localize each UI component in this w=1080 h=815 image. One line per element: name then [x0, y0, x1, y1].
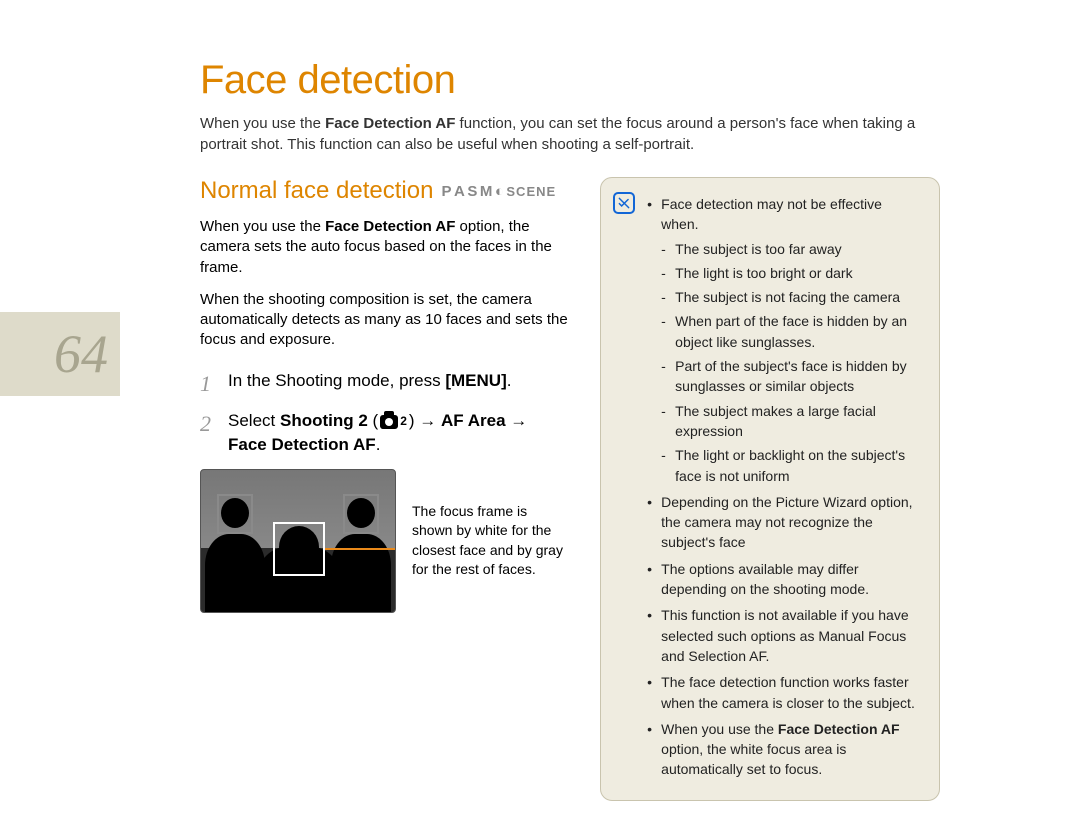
step-item: 2 Select Shooting 2 (2) → AF Area → Face…: [200, 409, 568, 457]
section-title: Normal face detection P A S M ◐ SCENE: [200, 177, 568, 205]
steps-list: 1 In the Shooting mode, press [MENU]. 2 …: [200, 369, 568, 457]
text: option, the white focus area is automati…: [661, 741, 846, 777]
bold-text: Face Detection AF: [325, 218, 455, 235]
paragraph: When you use the Face Detection AF optio…: [200, 217, 568, 278]
list-item: When part of the face is hidden by an ob…: [661, 311, 921, 352]
mode-m: M: [480, 183, 493, 200]
text: Select: [228, 411, 280, 430]
figure-row: The focus frame is shown by white for th…: [200, 469, 568, 613]
list-item: The light is too bright or dark: [661, 263, 921, 283]
list-item: Part of the subject's face is hidden by …: [661, 356, 921, 397]
info-note-box: Face detection may not be effective when…: [600, 177, 940, 801]
figure-illustration: [200, 469, 396, 613]
figure-caption: The focus frame is shown by white for th…: [412, 502, 568, 580]
text: In the Shooting mode, press: [228, 371, 445, 390]
list-item: The light or backlight on the subject's …: [661, 445, 921, 486]
note-icon: [613, 192, 635, 214]
text: When you use the: [200, 115, 325, 132]
bold-text: Face Detection AF: [778, 721, 900, 737]
bold-text: Face Detection AF: [228, 435, 376, 454]
bold-text: Face Detection AF: [325, 115, 455, 132]
step-text: Select Shooting 2 (2) → AF Area → Face D…: [228, 409, 568, 457]
page-content: Face detection When you use the Face Det…: [200, 58, 940, 801]
list-item: Depending on the Picture Wizard option, …: [647, 492, 921, 553]
columns: Normal face detection P A S M ◐ SCENE Wh…: [200, 177, 940, 801]
paragraph: When the shooting composition is set, th…: [200, 290, 568, 351]
mode-p: P: [441, 183, 452, 200]
info-bullet-list: Face detection may not be effective when…: [647, 194, 921, 780]
step-item: 1 In the Shooting mode, press [MENU].: [200, 369, 568, 400]
text: When you use the: [661, 721, 778, 737]
column-right: Face detection may not be effective when…: [600, 177, 940, 801]
arrow: →: [419, 411, 441, 430]
mode-s: S: [467, 183, 478, 200]
intro-paragraph: When you use the Face Detection AF funct…: [200, 113, 940, 155]
mode-scene: SCENE: [506, 184, 556, 199]
list-item: The face detection function works faster…: [647, 672, 921, 713]
camera-icon-group: 2: [378, 413, 409, 430]
text: (: [368, 411, 378, 430]
bold-text: AF Area: [441, 411, 506, 430]
list-item: The subject is too far away: [661, 239, 921, 259]
column-left: Normal face detection P A S M ◐ SCENE Wh…: [200, 177, 568, 801]
list-item: The subject is not facing the camera: [661, 287, 921, 307]
page-number-block: 64: [0, 312, 120, 396]
page-number: 64: [54, 323, 108, 385]
info-dash-list: The subject is too far away The light is…: [661, 239, 921, 486]
camera-icon-sub: 2: [400, 413, 407, 430]
mode-badges: P A S M ◐ SCENE: [441, 183, 556, 200]
text: ): [409, 411, 419, 430]
text: .: [376, 435, 381, 454]
list-item: The subject makes a large facial express…: [661, 401, 921, 442]
step-number: 1: [200, 369, 216, 400]
camera-icon: [380, 415, 398, 429]
text: Face detection may not be effective when…: [661, 196, 882, 232]
bold-text: Shooting 2: [280, 411, 368, 430]
list-item: This function is not available if you ha…: [647, 605, 921, 666]
step-number: 2: [200, 409, 216, 457]
list-item: Face detection may not be effective when…: [647, 194, 921, 486]
list-item: When you use the Face Detection AF optio…: [647, 719, 921, 780]
text: .: [507, 371, 512, 390]
mode-night-icon: ◐: [495, 183, 505, 200]
page-title: Face detection: [200, 58, 940, 103]
section-title-text: Normal face detection: [200, 177, 433, 205]
text: When you use the: [200, 218, 325, 235]
bold-text: [MENU]: [445, 371, 506, 390]
step-text: In the Shooting mode, press [MENU].: [228, 369, 568, 400]
list-item: The options available may differ dependi…: [647, 559, 921, 600]
mode-a: A: [454, 183, 465, 200]
arrow: →: [506, 411, 528, 430]
